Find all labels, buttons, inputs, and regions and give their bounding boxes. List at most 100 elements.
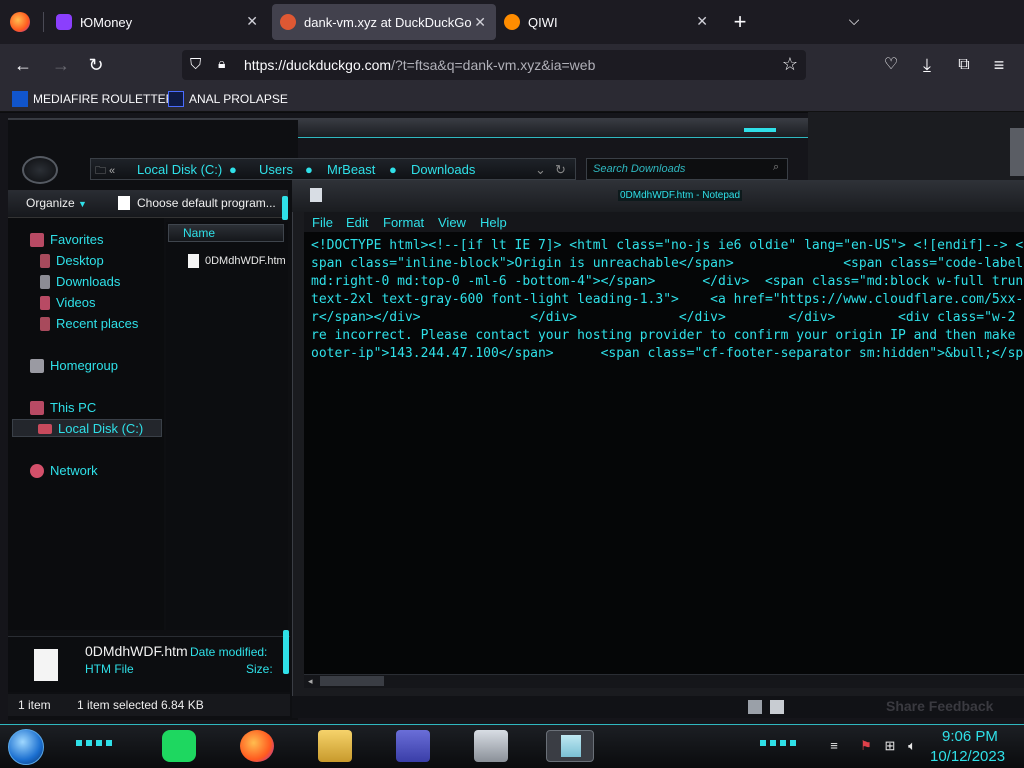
choose-default-program-button[interactable]: Choose default program... [118, 196, 276, 210]
bookmark-mediafire[interactable]: MEDIAFIRE ROULETTER [12, 91, 174, 107]
notepad-icon [310, 188, 322, 202]
bottom-strip: Share Feedback [292, 696, 1024, 718]
firefox-icon[interactable] [10, 12, 30, 32]
network-icon[interactable]: ⊞ [882, 738, 898, 754]
reload-icon[interactable]: ↻ [85, 54, 107, 76]
menu-icon[interactable]: ≡ [988, 54, 1010, 76]
file-explorer-taskbar-icon[interactable] [318, 730, 352, 762]
extensions-icon[interactable]: ⧉ [953, 54, 975, 76]
show-hidden-icons-icon[interactable]: ≡ [826, 738, 842, 754]
start-orb-icon[interactable] [8, 729, 44, 765]
scroll-left-arrow-icon[interactable]: ◂ [308, 676, 313, 687]
explorer-orb-icon[interactable] [22, 156, 58, 184]
menu-view[interactable]: View [438, 215, 466, 230]
scrollbar-thumb[interactable] [320, 676, 384, 686]
monitor-taskbar-icon[interactable] [474, 730, 508, 762]
refresh-icon[interactable]: ↻ [555, 162, 566, 178]
breadcrumb[interactable]: 🗀︎ « Local Disk (C:) ● Users ● MrBeast ●… [90, 158, 576, 180]
details-pane: 0DMdhWDF.htm Date modified: HTM File Siz… [8, 636, 290, 692]
new-tab-button[interactable]: + [728, 10, 752, 34]
tab-label: dank-vm.xyz at DuckDuckGo [304, 14, 472, 30]
lock-icon[interactable]: 🔒︎ [218, 55, 225, 72]
downloads-icon [40, 274, 50, 289]
volume-icon[interactable]: 🔈︎ [904, 738, 920, 754]
list-item[interactable]: 0DMdhWDF.htm [188, 254, 286, 268]
nav-item-videos[interactable]: Videos [40, 295, 96, 310]
nav-item-recent-places[interactable]: Recent places [40, 316, 138, 331]
breadcrumb-item[interactable]: Users [259, 162, 293, 177]
text-line: ooter-ip">143.244.47.100</span> <span cl… [311, 346, 1024, 361]
shield-icon[interactable]: ⛉ [190, 56, 201, 73]
tab-duckduckgo[interactable]: dank-vm.xyz at DuckDuckGo ✕ [272, 4, 496, 40]
forward-arrow-icon[interactable]: → [50, 54, 72, 76]
large-icons-view-icon[interactable] [770, 700, 784, 714]
firefox-taskbar-icon[interactable] [240, 730, 274, 762]
list-all-tabs-icon[interactable]: ⌵ [844, 12, 864, 32]
close-icon[interactable]: ✕ [246, 13, 258, 30]
browser-tab-strip: ЮMoney ✕ dank-vm.xyz at DuckDuckGo ✕ QIW… [0, 0, 1024, 44]
spotify-icon[interactable] [162, 730, 196, 762]
status-item-count: 1 item [18, 698, 51, 712]
homegroup-icon [30, 358, 44, 373]
notepad-title-bar[interactable]: 0DMdhWDF.htm - Notepad [292, 180, 1024, 212]
breadcrumb-item[interactable]: Local Disk (C:) [137, 162, 222, 177]
close-icon[interactable]: ✕ [474, 14, 486, 31]
pocket-icon[interactable]: ♡ [880, 54, 902, 76]
nav-item-downloads[interactable]: Downloads [40, 274, 120, 289]
accent-strip [744, 128, 776, 132]
menu-format[interactable]: Format [383, 215, 424, 230]
file-list [166, 222, 288, 630]
notepad-taskbar-icon[interactable] [546, 730, 594, 762]
computer-icon [30, 400, 44, 415]
menu-help[interactable]: Help [480, 215, 507, 230]
bookmark-star-icon[interactable]: ☆ [782, 54, 798, 75]
column-header-name[interactable]: Name [168, 224, 284, 242]
breadcrumb-separator: ● [229, 162, 237, 177]
control-panel-taskbar-icon[interactable] [396, 730, 430, 762]
breadcrumb-item[interactable]: Downloads [411, 162, 475, 177]
breadcrumb-item[interactable]: MrBeast [327, 162, 375, 177]
action-center-flag-icon[interactable]: ⚑ [858, 738, 874, 754]
horizontal-scrollbar[interactable] [304, 674, 1024, 688]
details-file-name: 0DMdhWDF.htm [85, 643, 188, 659]
clock-date[interactable]: 10/12/2023 [930, 748, 1005, 765]
taskbar-accent-left [76, 740, 112, 746]
organize-button[interactable]: Organize ▼ [26, 196, 87, 210]
menu-edit[interactable]: Edit [346, 215, 368, 230]
chevron-down-icon[interactable]: ⌄ [535, 162, 546, 178]
chevron-down-icon: ▼ [78, 199, 87, 209]
explorer-toolbar: Organize ▼ Choose default program... [8, 190, 288, 218]
close-icon[interactable]: ✕ [696, 13, 708, 30]
url-text[interactable]: https://duckduckgo.com/?t=ftsa&q=dank-vm… [244, 57, 595, 73]
back-arrow-icon[interactable]: ← [12, 54, 34, 76]
nav-item-homegroup[interactable]: Homegroup [30, 358, 118, 373]
status-size: 6.84 KB [161, 698, 204, 712]
search-input[interactable]: Search Downloads ⌕ [586, 158, 788, 180]
background-share-feedback: Share Feedback [886, 698, 994, 714]
taskbar-accent-right [760, 740, 800, 746]
nav-item-network[interactable]: Network [30, 463, 98, 478]
url-bar[interactable]: ⛉ 🔒︎ https://duckduckgo.com/?t=ftsa&q=da… [182, 50, 806, 80]
tab-qiwi[interactable]: QIWI ✕ [504, 0, 718, 44]
tab-yoomoney[interactable]: ЮMoney ✕ [54, 0, 268, 44]
nav-item-desktop[interactable]: Desktop [40, 253, 104, 268]
downloads-icon[interactable]: ⤓ [916, 54, 938, 76]
menu-file[interactable]: File [312, 215, 333, 230]
file-icon [118, 196, 130, 210]
nav-item-favorites[interactable]: Favorites [30, 232, 103, 247]
nav-item-this-pc[interactable]: This PC [30, 400, 96, 415]
folder-icon: 🗀︎ « [95, 165, 116, 177]
clock-time[interactable]: 9:06 PM [942, 728, 998, 745]
desktop-scrollbar[interactable] [1010, 128, 1024, 176]
notepad-text-area[interactable]: <!DOCTYPE html><!--[if lt IE 7]> <html c… [304, 232, 1024, 674]
desktop-icon [40, 253, 50, 268]
bookmark-favicon-icon [168, 91, 184, 107]
bookmark-anal-prolapse[interactable]: ANAL PROLAPSE [168, 91, 288, 107]
details-view-icon[interactable] [748, 700, 762, 714]
text-line: r</span></div> </div> </div> </div> <div… [311, 310, 1016, 325]
yoomoney-icon [56, 14, 72, 30]
pane-edge-accent [282, 196, 288, 220]
breadcrumb-separator: ● [389, 162, 397, 177]
mediafire-icon [12, 91, 28, 107]
nav-item-local-disk[interactable]: Local Disk (C:) [38, 421, 143, 436]
